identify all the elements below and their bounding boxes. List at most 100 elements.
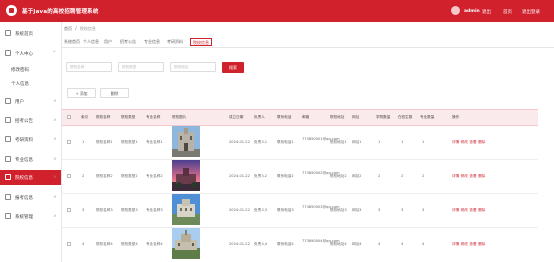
view-link[interactable]: 查看 <box>469 140 476 144</box>
edit-link[interactable]: 修改 <box>461 174 468 178</box>
logout-login-link[interactable]: 退出登录 <box>522 9 540 15</box>
college-image <box>172 228 200 259</box>
breadcrumb-current: 院校信息 <box>79 26 96 31</box>
edit-link[interactable]: 修改 <box>461 208 468 212</box>
sidebar-item-system[interactable]: 系统管理 v <box>0 209 61 224</box>
chevron-down-icon: v <box>53 174 56 179</box>
detail-link[interactable]: 详情 <box>452 208 459 212</box>
row-actions: 详情 修改 查看 删除 <box>452 174 487 179</box>
delete-link[interactable]: 删除 <box>478 174 485 178</box>
delete-link[interactable]: 删除 <box>478 208 485 212</box>
column-header: 学院数量 <box>376 115 391 119</box>
column-header: 成立日期 <box>229 115 244 119</box>
tab-majors[interactable]: 专业信息 <box>144 38 160 46</box>
college-image <box>172 194 200 225</box>
cell-leader: 负责人1 <box>254 140 268 144</box>
sidebar-item-label: 系统首页 <box>15 32 33 37</box>
tab-profile[interactable]: 个人信息 <box>83 38 99 46</box>
cell-phone: 联系电话4 <box>277 242 294 246</box>
sidebar-item-announcements[interactable]: 招考公告 v <box>0 113 61 128</box>
view-link[interactable]: 查看 <box>469 174 476 178</box>
college-address-input[interactable]: 院校地址 <box>170 62 216 72</box>
top-bar: 基于Java的高校招聘管理系统 admin 退出 首页 退出登录 <box>0 0 554 22</box>
tab-home[interactable]: 系统首页 <box>64 38 80 46</box>
sidebar-item-majors[interactable]: 专业信息 v <box>0 152 61 167</box>
tab-materials[interactable]: 考研资料 <box>167 38 183 46</box>
college-name-input[interactable]: 院校名称 <box>66 62 112 72</box>
edit-link[interactable]: 修改 <box>461 140 468 144</box>
cell-type: 院校类型2 <box>121 174 138 178</box>
cell-name: 院校名称4 <box>96 242 113 246</box>
cell-majors: 3 <box>422 208 425 212</box>
sidebar-item-users[interactable]: 用户 v <box>0 94 61 109</box>
column-header: 院校名称 <box>96 115 111 119</box>
tab-colleges[interactable]: 院校信息 <box>190 38 212 46</box>
breadcrumb-home[interactable]: 首页 <box>64 26 72 31</box>
home-link[interactable]: 首页 <box>503 9 512 15</box>
detail-link[interactable]: 详情 <box>452 242 459 246</box>
sidebar-item-home[interactable]: 系统首页 <box>0 26 61 41</box>
logout-link[interactable]: 退出 <box>482 9 491 15</box>
user-icon <box>5 50 11 56</box>
detail-link[interactable]: 详情 <box>452 174 459 178</box>
cell-majors: 2 <box>422 174 425 178</box>
college-image <box>172 160 200 191</box>
row-checkbox[interactable] <box>67 174 71 178</box>
cell-major: 专业名称3 <box>146 208 163 212</box>
delete-link[interactable]: 删除 <box>478 140 485 144</box>
sidebar-item-personal-center[interactable]: 个人中心 ^ <box>0 46 61 61</box>
gear-icon <box>5 213 11 219</box>
table-header: 索引 院校名称 院校类型 专业名称 院校图片 成立日期 负责人 联系电话 邮箱 … <box>62 109 538 126</box>
table-row[interactable]: 3 院校名称3 院校类型3 专业名称3 2024-01-22 负责人3 联系电话… <box>62 193 538 228</box>
cell-phone: 联系电话1 <box>277 140 294 144</box>
username: admin <box>464 9 480 14</box>
cell-phone: 联系电话2 <box>277 174 294 178</box>
cell-address: 院校地址4 <box>330 242 347 246</box>
college-type-input[interactable]: 院校类型 <box>118 62 164 72</box>
tab-bar: 系统首页 个人信息 用户 招考公告 专业信息 考研资料 院校信息 <box>62 37 554 48</box>
delete-button[interactable]: 删除 <box>100 88 129 98</box>
cell-colleges: 3 <box>378 208 381 212</box>
avatar[interactable] <box>451 6 460 15</box>
add-button[interactable]: + 添加 <box>67 88 96 98</box>
column-header: 操作 <box>452 115 460 119</box>
edit-link[interactable]: 修改 <box>461 242 468 246</box>
cell-email: 773890004@qq.com <box>302 239 340 243</box>
column-header: 网址 <box>352 115 360 119</box>
table-row[interactable]: 2 院校名称2 院校类型2 专业名称2 2024-01-22 负责人2 联系电话… <box>62 159 538 194</box>
select-all-checkbox[interactable] <box>67 115 71 119</box>
column-header: 邮箱 <box>302 115 310 119</box>
sidebar-item-materials[interactable]: 考研资料 v <box>0 132 61 147</box>
chevron-down-icon: v <box>53 213 56 218</box>
cell-index: 1 <box>82 140 85 144</box>
cell-site: 网址4 <box>352 242 362 246</box>
cell-students: 1 <box>401 140 404 144</box>
row-checkbox[interactable] <box>67 242 71 246</box>
sidebar-item-colleges[interactable]: 院校信息 v <box>0 170 61 185</box>
column-header: 负责人 <box>254 115 265 119</box>
sidebar-item-applications[interactable]: 报考信息 v <box>0 190 61 205</box>
cell-leader: 负责人2 <box>254 174 268 178</box>
delete-link[interactable]: 删除 <box>478 242 485 246</box>
view-link[interactable]: 查看 <box>469 242 476 246</box>
detail-link[interactable]: 详情 <box>452 140 459 144</box>
row-actions: 详情 修改 查看 删除 <box>452 242 487 247</box>
row-checkbox[interactable] <box>67 208 71 212</box>
cell-site: 网址3 <box>352 208 362 212</box>
row-checkbox[interactable] <box>67 140 71 144</box>
chevron-down-icon: v <box>53 136 56 141</box>
sidebar-item-change-password[interactable]: 修改密码 <box>11 67 29 73</box>
column-header: 院校类型 <box>121 115 136 119</box>
cell-site: 网址2 <box>352 174 362 178</box>
search-button[interactable]: 搜索 <box>222 62 244 73</box>
cell-phone: 联系电话3 <box>277 208 294 212</box>
row-actions: 详情 修改 查看 删除 <box>452 140 487 145</box>
table-row[interactable]: 1 院校名称1 院校类型1 专业名称1 2024-01-22 负责人1 联系电话… <box>62 125 538 160</box>
sidebar-item-profile[interactable]: 个人信息 <box>11 81 29 87</box>
cell-leader: 负责人3 <box>254 208 268 212</box>
tab-users[interactable]: 用户 <box>104 38 112 46</box>
view-link[interactable]: 查看 <box>469 208 476 212</box>
tab-announcements[interactable]: 招考公告 <box>120 38 136 46</box>
chevron-up-icon: ^ <box>52 50 56 55</box>
table-row[interactable]: 4 院校名称4 院校类型4 专业名称4 2024-01-22 负责人4 联系电话… <box>62 227 538 262</box>
